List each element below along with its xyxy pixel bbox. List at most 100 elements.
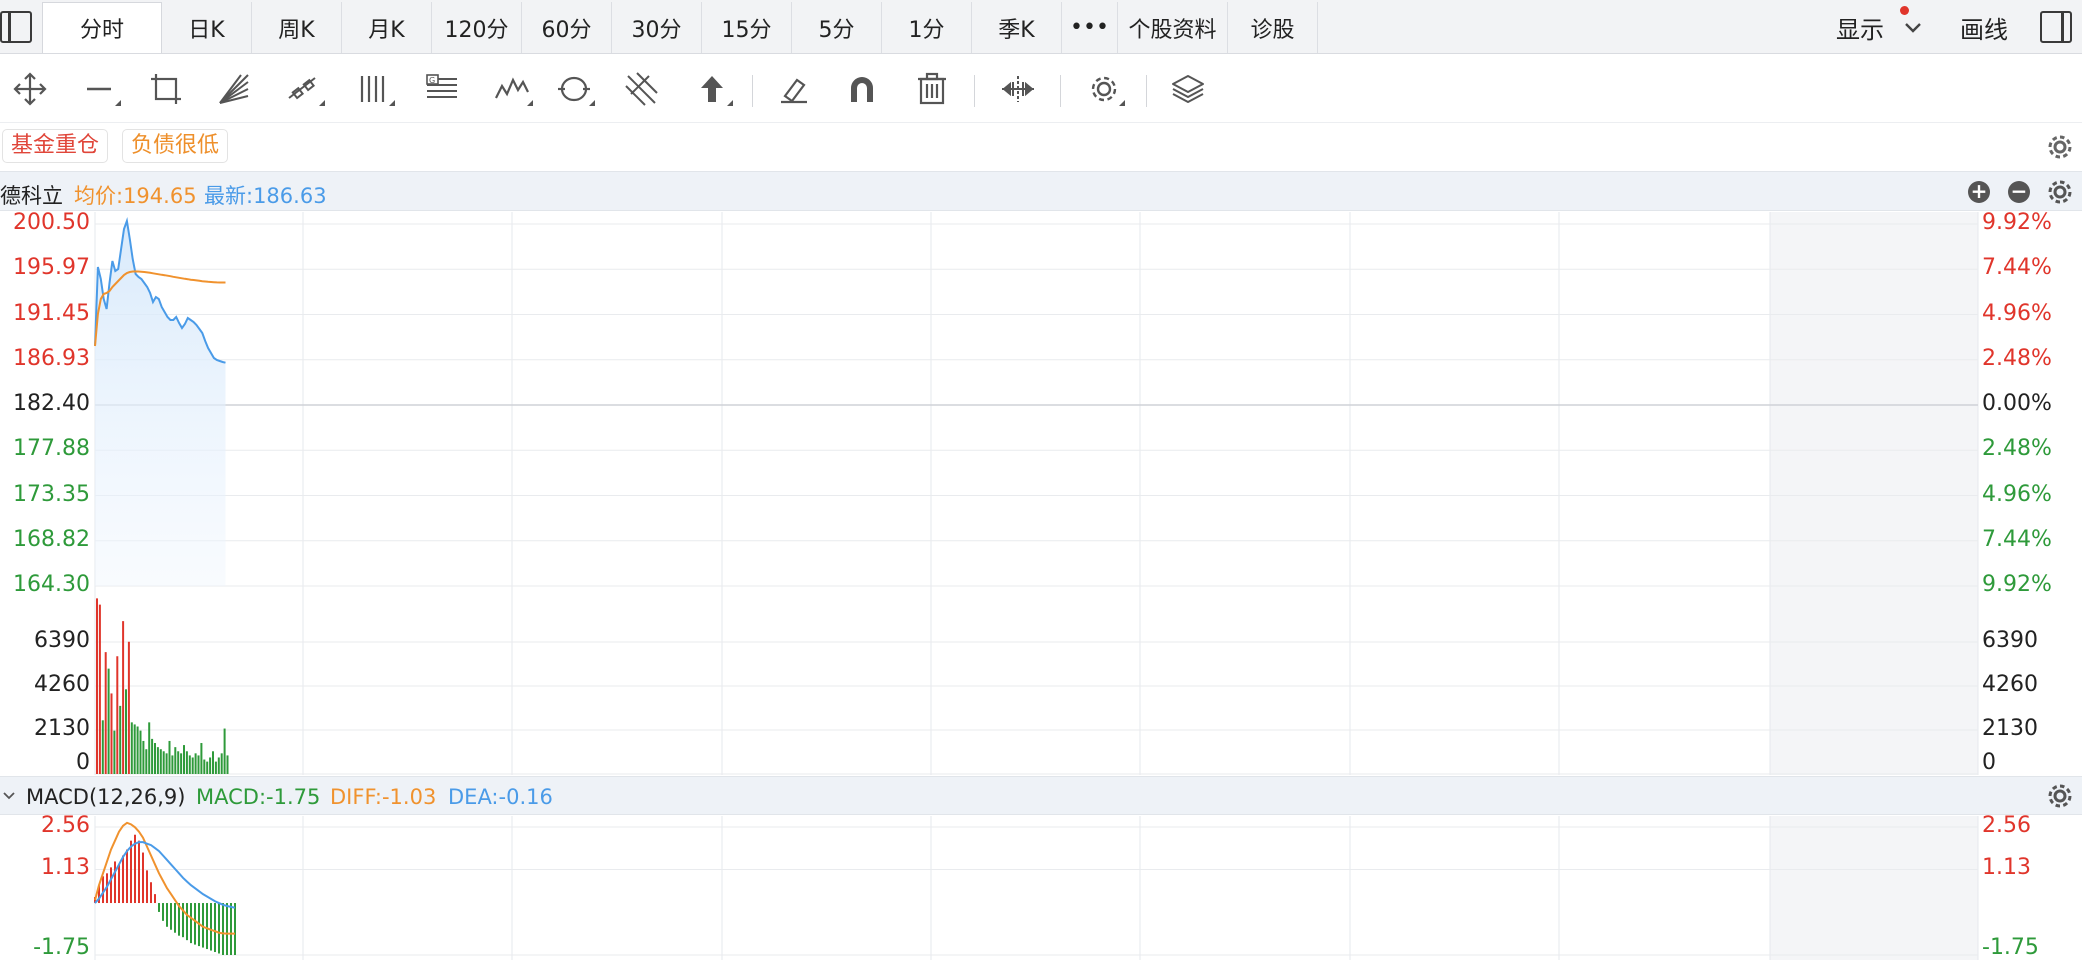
- stock-tag-row: 基金重仓 负债很低: [0, 124, 2082, 170]
- pct-axis-label-right: 4.96%: [1982, 481, 2052, 507]
- avg-price-line: [94, 270, 226, 347]
- tag-low-debt[interactable]: 负债很低: [122, 129, 229, 163]
- pct-axis-label-right: 4.96%: [1982, 300, 2052, 326]
- chart-settings-gear-icon[interactable]: [2046, 178, 2074, 206]
- macd-axis-label-right: -1.75: [1982, 935, 2039, 960]
- pct-axis-label-right: 2.48%: [1982, 345, 2052, 371]
- macd-axis-label-left: 2.56: [41, 813, 90, 838]
- period-tabs: 分时 日K 周K 月K 120分 60分 30分 15分 5分 1分 季K ••• 个股资料 诊股: [42, 2, 1318, 53]
- fan-lines-tool-icon[interactable]: [212, 67, 256, 111]
- notification-dot-icon: [1900, 5, 1909, 15]
- macd-axis-label-left: -1.75: [33, 935, 90, 960]
- arrow-tool-icon[interactable]: [690, 67, 734, 111]
- macd-value-label: MACD:-1.75: [196, 785, 321, 809]
- volume-axis-label-right: 2130: [1982, 716, 2038, 741]
- magnet-tool-icon[interactable]: [840, 67, 884, 111]
- tab-6[interactable]: 30分: [612, 2, 702, 53]
- dea-line: [94, 841, 236, 909]
- price-area-fill: [95, 221, 226, 586]
- zoom-in-icon[interactable]: +: [1968, 181, 1990, 203]
- tag-settings-gear-icon[interactable]: [2046, 133, 2074, 161]
- vertical-lines-tool-icon[interactable]: [352, 67, 396, 111]
- stock-info-bar: 德科立 均价:194.65 最新:186.63 + −: [0, 171, 2082, 211]
- display-label: 显示: [1836, 15, 1884, 44]
- volume-axis-label-right: 4260: [1982, 672, 2038, 697]
- tab-9[interactable]: 1分: [882, 2, 972, 53]
- pct-axis-label-right: 9.92%: [1982, 572, 2052, 597]
- tab-13[interactable]: 诊股: [1228, 2, 1318, 53]
- price-axis-label-left: 182.40: [13, 391, 90, 416]
- draw-line-button[interactable]: 画线: [1960, 10, 2008, 45]
- stock-name: 德科立: [0, 184, 63, 208]
- channel-tool-icon[interactable]: [282, 67, 326, 111]
- pct-axis-label-right: 2.48%: [1982, 436, 2052, 462]
- price-axis-label-left: 173.35: [13, 481, 90, 507]
- price-line: [94, 217, 226, 364]
- macd-axis-label-right: 1.13: [1982, 855, 2031, 881]
- volume-axis-label-right: 0: [1982, 750, 1996, 775]
- macd-axis-label-left: 1.13: [41, 855, 90, 881]
- pct-axis-label-right: 7.44%: [1982, 255, 2052, 281]
- trash-icon[interactable]: [910, 67, 954, 111]
- tag-fund-holding[interactable]: 基金重仓: [2, 129, 109, 163]
- price-axis-label-left: 191.45: [13, 300, 90, 326]
- volume-axis-label-left: 4260: [34, 672, 90, 697]
- last-price-label: 最新:186.63: [204, 184, 327, 208]
- split-view-tool-icon[interactable]: [996, 67, 1040, 111]
- price-axis-label-left: 195.97: [13, 255, 90, 281]
- volume-axis-label-right: 6390: [1982, 628, 2038, 653]
- tab-10[interactable]: 季K: [972, 2, 1062, 53]
- eraser-tool-icon[interactable]: [772, 67, 816, 111]
- pct-axis-label-right: 0.00%: [1982, 391, 2052, 416]
- volume-axis-label-left: 2130: [34, 716, 90, 741]
- dea-value-label: DEA:-0.16: [448, 785, 553, 809]
- macd-settings-gear-icon[interactable]: [2046, 782, 2074, 810]
- shaded-region: [1770, 212, 1978, 775]
- macd-indicator-bar: MACD(12,26,9) MACD:-1.75 DIFF:-1.03 DEA:…: [0, 776, 2082, 815]
- price-axis-label-left: 177.88: [13, 436, 90, 462]
- price-axis-label-left: 200.50: [13, 210, 90, 235]
- tab-0[interactable]: 分时: [42, 2, 162, 53]
- diff-value-label: DIFF:-1.03: [330, 785, 437, 809]
- cycle-tool-icon[interactable]: [552, 67, 596, 111]
- volume-axis-label-left: 0: [76, 750, 90, 775]
- display-menu-button[interactable]: 显示: [1836, 5, 1924, 45]
- zoom-out-icon[interactable]: −: [2008, 181, 2030, 203]
- price-axis-label-left: 186.93: [13, 345, 90, 371]
- tab-11[interactable]: •••: [1062, 2, 1118, 53]
- volume-axis-label-left: 6390: [34, 628, 90, 653]
- tab-12[interactable]: 个股资料: [1118, 2, 1228, 53]
- pct-axis-label-right: 9.92%: [1982, 210, 2052, 235]
- gann-tool-icon[interactable]: G: [420, 67, 464, 111]
- tab-8[interactable]: 5分: [792, 2, 882, 53]
- chevron-down-icon: [1905, 23, 1921, 33]
- line-tool-icon[interactable]: [78, 67, 122, 111]
- right-panel-toggle-icon[interactable]: [2040, 11, 2072, 43]
- pitchfork-tool-icon[interactable]: [620, 67, 664, 111]
- tab-5[interactable]: 60分: [522, 2, 612, 53]
- tab-3[interactable]: 月K: [342, 2, 432, 53]
- tab-1[interactable]: 日K: [162, 2, 252, 53]
- gear-icon[interactable]: [1082, 67, 1126, 111]
- left-panel-toggle-icon[interactable]: [0, 11, 32, 43]
- tab-2[interactable]: 周K: [252, 2, 342, 53]
- price-axis-label-left: 168.82: [13, 526, 90, 552]
- shaded-region-macd: [1770, 816, 1978, 960]
- price-axis-label-left: 164.30: [13, 572, 90, 597]
- drawing-toolbar: G: [0, 55, 2082, 123]
- move-tool-icon[interactable]: [8, 67, 52, 111]
- rectangle-tool-icon[interactable]: [144, 67, 188, 111]
- collapse-chevron-icon[interactable]: [2, 789, 16, 803]
- pct-axis-label-right: 7.44%: [1982, 526, 2052, 552]
- header-right-actions: 显示 画线: [1836, 0, 2008, 54]
- layers-icon[interactable]: [1166, 67, 1210, 111]
- svg-text:G: G: [429, 76, 435, 85]
- period-tab-bar: 分时 日K 周K 月K 120分 60分 30分 15分 5分 1分 季K ••• 个股资料 诊股 显示 …: [0, 0, 2082, 54]
- tab-7[interactable]: 15分: [702, 2, 792, 53]
- tab-4[interactable]: 120分: [432, 2, 522, 53]
- wave-tool-icon[interactable]: [490, 67, 534, 111]
- macd-title: MACD(12,26,9): [26, 785, 186, 809]
- diff-line: [94, 821, 235, 935]
- avg-price-label: 均价:194.65: [74, 184, 197, 208]
- macd-axis-label-right: 2.56: [1982, 813, 2031, 838]
